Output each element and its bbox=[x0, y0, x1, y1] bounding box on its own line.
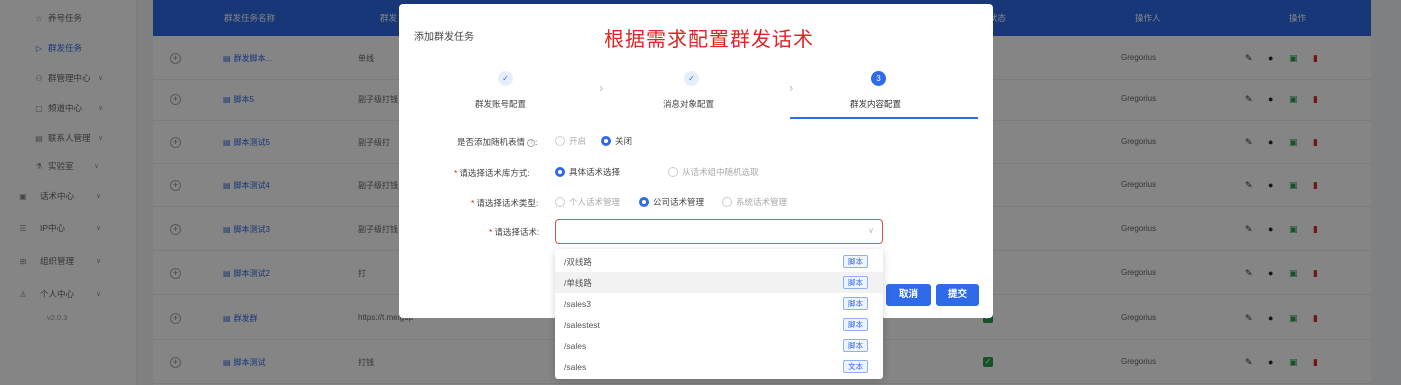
app-root: ☆ 养号任务 ▷ 群发任务 ⚇ 群管理中心 ∨ ▢ 频道中心 ∨ ▤ 联系人管理… bbox=[0, 0, 1401, 385]
dropdown-option[interactable]: /salestest 脚本 bbox=[555, 314, 883, 335]
radio-label: 从话术组中随机选取 bbox=[682, 167, 759, 177]
radio-label: 开启 bbox=[569, 136, 587, 146]
option-type-badge: 脚本 bbox=[843, 318, 868, 331]
option-type-badge: 脚本 bbox=[843, 276, 868, 289]
required-mark: * bbox=[489, 227, 493, 237]
random-emoji-text: 是否添加随机表情 bbox=[457, 137, 526, 147]
script-source-text: 请选择话术库方式: bbox=[459, 168, 530, 178]
annotation-caption: 根据需求配置群发话术 bbox=[604, 27, 814, 51]
radio-label: 个人话术管理 bbox=[569, 197, 621, 207]
radio-circle bbox=[555, 167, 565, 177]
option-text: /sales bbox=[564, 361, 587, 372]
option-text: /单线路 bbox=[564, 277, 592, 288]
radio-circle bbox=[639, 197, 649, 207]
dropdown-option[interactable]: /单线路 脚本 bbox=[555, 272, 883, 293]
radio-label: 公司话术管理 bbox=[653, 197, 705, 207]
option-text: /salestest bbox=[564, 319, 600, 330]
chevron-right-icon: › bbox=[789, 80, 794, 95]
option-text: /双线路 bbox=[564, 256, 592, 267]
step-2-label: 消息对象配置 bbox=[663, 99, 715, 109]
option-type-badge: 脚本 bbox=[843, 297, 868, 310]
radio-circle bbox=[555, 197, 565, 207]
script-type-system-radio[interactable]: 系统话术管理 bbox=[722, 196, 787, 208]
step-3-label: 群发内容配置 bbox=[850, 99, 902, 109]
active-step-indicator bbox=[790, 117, 978, 119]
random-emoji-on-radio[interactable]: 开启 bbox=[555, 135, 586, 147]
step-1-check-icon: ✓ bbox=[498, 71, 513, 86]
radio-circle bbox=[668, 167, 678, 177]
script-select[interactable]: ∨ bbox=[555, 219, 883, 244]
submit-button[interactable]: 提交 bbox=[936, 284, 979, 306]
option-type-badge: 文本 bbox=[843, 360, 868, 373]
radio-circle bbox=[722, 197, 732, 207]
radio-label: 系统话术管理 bbox=[736, 197, 788, 207]
question-icon[interactable]: ? bbox=[527, 138, 536, 147]
option-type-badge: 脚本 bbox=[843, 339, 868, 352]
dropdown-option[interactable]: /sales 脚本 bbox=[555, 335, 883, 356]
required-mark: * bbox=[454, 168, 458, 178]
script-type-personal-radio[interactable]: 个人话术管理 bbox=[555, 196, 620, 208]
script-source-label: * 请选择话术库方式: bbox=[454, 167, 530, 179]
step-1-label: 群发账号配置 bbox=[475, 99, 527, 109]
script-select-text: 请选择话术: bbox=[494, 227, 540, 237]
dropdown-option[interactable]: /sales 文本 bbox=[555, 356, 883, 377]
script-type-text: 请选择话术类型: bbox=[476, 198, 539, 208]
dropdown-option[interactable]: /sales3 脚本 bbox=[555, 293, 883, 314]
script-type-company-radio[interactable]: 公司话术管理 bbox=[639, 196, 704, 208]
script-type-label: * 请选择话术类型: bbox=[471, 197, 538, 209]
script-source-random-radio[interactable]: 从话术组中随机选取 bbox=[668, 166, 759, 178]
step-3-number: 3 bbox=[871, 71, 886, 86]
radio-label: 关闭 bbox=[615, 136, 633, 146]
required-mark: * bbox=[471, 198, 475, 208]
script-source-specific-radio[interactable]: 具体话术选择 bbox=[555, 166, 620, 178]
radio-circle bbox=[555, 136, 565, 146]
cancel-button[interactable]: 取消 bbox=[886, 284, 931, 306]
radio-circle bbox=[601, 136, 611, 146]
chevron-right-icon: › bbox=[599, 80, 604, 95]
option-type-badge: 脚本 bbox=[843, 255, 868, 268]
dropdown-option[interactable]: /双线路 脚本 bbox=[555, 251, 883, 272]
step-2-check-icon: ✓ bbox=[684, 71, 699, 86]
random-emoji-label: 是否添加随机表情?: bbox=[457, 137, 538, 147]
script-select-label: * 请选择话术: bbox=[489, 226, 539, 238]
chevron-down-icon: ∨ bbox=[868, 226, 874, 235]
radio-label: 具体话术选择 bbox=[569, 167, 621, 177]
option-text: /sales bbox=[564, 340, 587, 351]
option-text: /sales3 bbox=[564, 298, 591, 309]
random-emoji-off-radio[interactable]: 关闭 bbox=[601, 135, 632, 147]
dialog-title: 添加群发任务 bbox=[414, 32, 474, 43]
script-select-dropdown: /双线路 脚本/单线路 脚本/sales3 脚本/salestest 脚本/sales 脚… bbox=[555, 249, 883, 379]
